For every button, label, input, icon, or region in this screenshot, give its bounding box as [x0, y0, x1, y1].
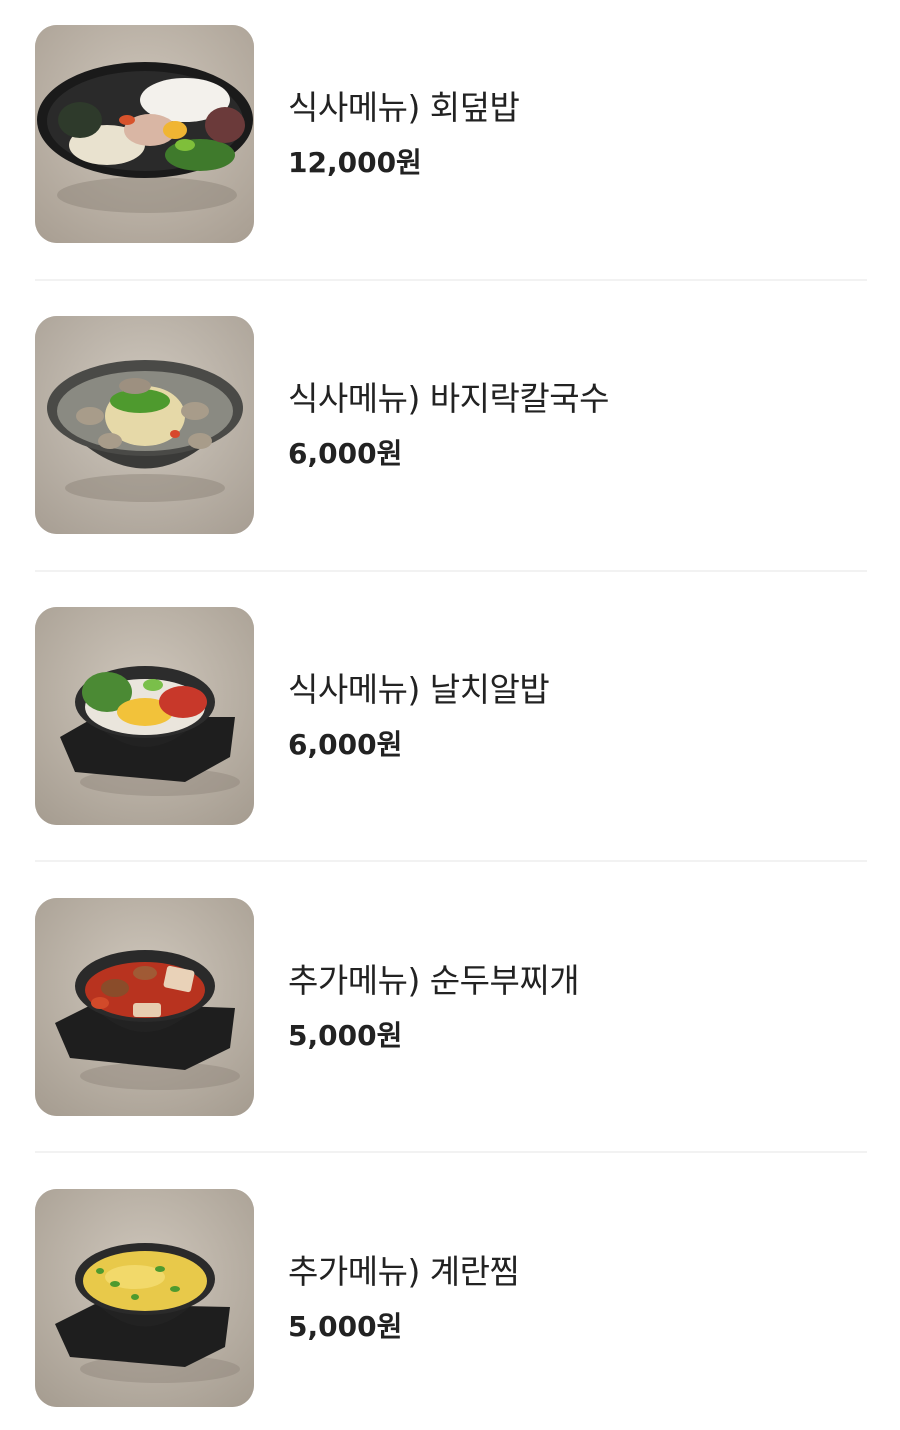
menu-item-price: 12,000원: [288, 146, 422, 179]
menu-item-name: 식사메뉴) 날치알밥: [288, 670, 550, 709]
stone-pot-image: [35, 607, 254, 825]
menu-item-sundubu[interactable]: 추가메뉴) 순두부찌개 5,000원: [35, 898, 867, 1116]
menu-item-price: 6,000원: [288, 728, 403, 761]
food-photo-nalchialbap: [35, 607, 254, 825]
menu-item-price: 5,000원: [288, 1019, 403, 1052]
menu-item-name: 식사메뉴) 바지락칼국수: [288, 379, 609, 418]
food-photo-gyeranjjim: [35, 1189, 254, 1407]
bowl-image: [35, 316, 254, 534]
stone-pot-image: [35, 898, 254, 1116]
menu-item-price: 6,000원: [288, 437, 403, 470]
divider: [35, 279, 867, 281]
divider: [35, 860, 867, 862]
menu-item-nalchialbap[interactable]: 식사메뉴) 날치알밥 6,000원: [35, 607, 867, 825]
menu-item-price: 5,000원: [288, 1310, 403, 1343]
divider: [35, 570, 867, 572]
menu-item-name: 추가메뉴) 순두부찌개: [288, 961, 580, 1000]
food-photo-kalguksu: [35, 316, 254, 534]
menu-item-gyeranjjim[interactable]: 추가메뉴) 계란찜 5,000원: [35, 1189, 867, 1407]
stone-pot-image: [35, 1189, 254, 1407]
food-photo-hoedeopbap: [35, 25, 254, 243]
menu-item-name: 추가메뉴) 계란찜: [288, 1252, 520, 1291]
menu-item-kalguksu[interactable]: 식사메뉴) 바지락칼국수 6,000원: [35, 316, 867, 534]
divider: [35, 1151, 867, 1153]
menu-item-name: 식사메뉴) 회덮밥: [288, 88, 520, 127]
bowl-image: [35, 25, 254, 243]
menu-item-hoedeopbap[interactable]: 식사메뉴) 회덮밥 12,000원: [35, 25, 867, 243]
food-photo-sundubu: [35, 898, 254, 1116]
